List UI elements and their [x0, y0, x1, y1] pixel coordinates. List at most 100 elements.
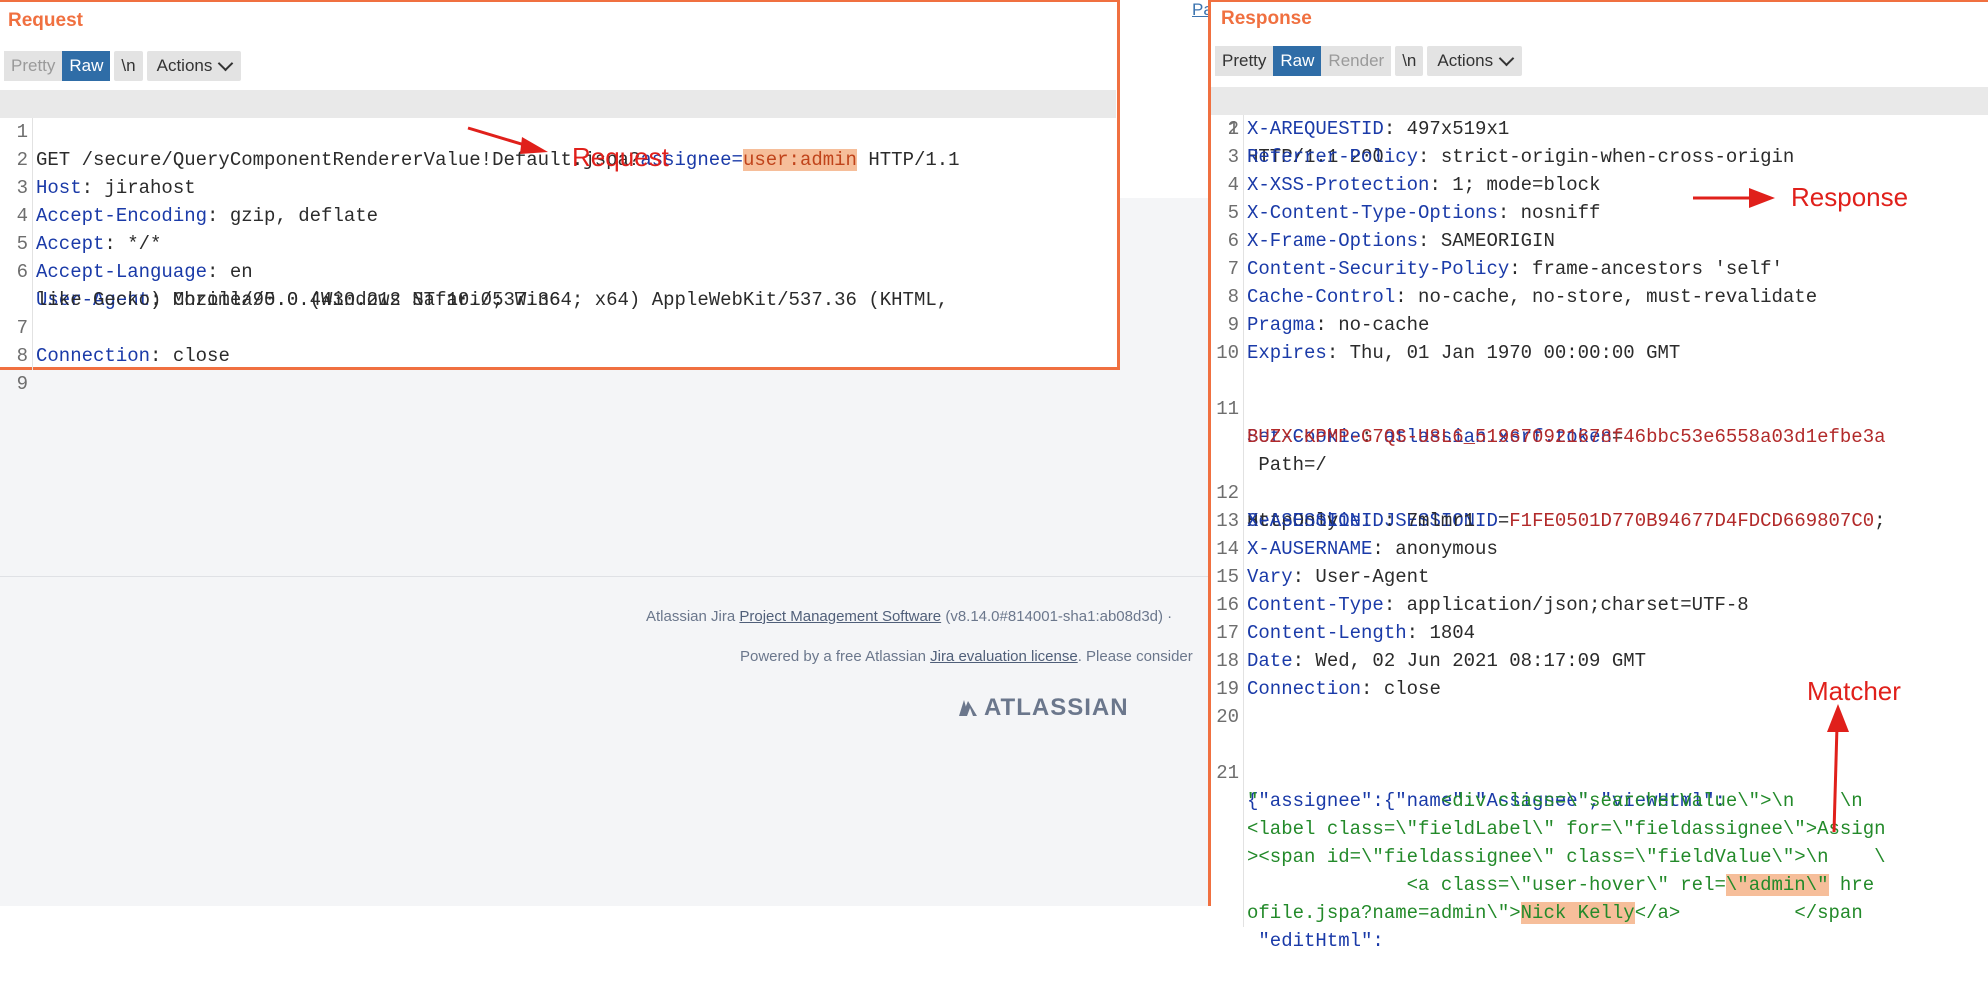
editor-line: 15 Vary: User-Agent — [1211, 563, 1988, 591]
footer-pm-software-link[interactable]: Project Management Software — [739, 608, 941, 625]
header-name: Pragma — [1247, 314, 1316, 336]
editor-line: 17 Content-Length: 1804 — [1211, 619, 1988, 647]
header-line: X-Frame-Options: SAMEORIGIN — [1247, 227, 1555, 255]
editor-line: 3 Referrer-Policy: strict-origin-when-cro… — [1211, 143, 1988, 171]
response-editor[interactable]: 1 HTTP/1.1 200 2 X-AREQUESTID: 497x519x1 3… — [1211, 87, 1988, 952]
line-number: 19 — [1216, 678, 1239, 700]
actions-dropdown[interactable]: Actions — [1427, 46, 1523, 76]
header-value: : Thu, 01 Jan 1970 00:00:00 GMT — [1326, 342, 1681, 364]
editor-line: 6 X-Frame-Options: SAMEORIGIN — [1211, 227, 1988, 255]
header-value: : 7mlmr1 — [1383, 510, 1476, 532]
header-line: Content-Type: application/json;charset=U… — [1247, 591, 1749, 619]
raw-button[interactable]: Raw — [1273, 46, 1322, 76]
editor-line: 9 Pragma: no-cache — [1211, 311, 1988, 339]
editor-line: 10 Expires: Thu, 01 Jan 1970 00:00:00 GMT — [1211, 339, 1988, 367]
line-number: 6 — [1227, 230, 1239, 252]
editor-line: 1 HTTP/1.1 200 — [1211, 87, 1988, 168]
editor-line-wrapped: HttpOnly — [1211, 479, 1988, 532]
line-number: 2 — [1227, 118, 1239, 140]
line-number: 9 — [16, 373, 28, 395]
header-name: Vary — [1247, 566, 1293, 588]
line-number: 17 — [1216, 622, 1239, 644]
line-number: 8 — [1227, 286, 1239, 308]
matcher-annotation-label: Matcher — [1807, 676, 1901, 706]
header-value: : SAMEORIGIN — [1418, 230, 1555, 252]
pretty-button[interactable]: Pretty — [1215, 46, 1274, 76]
request-toolbar: Pretty Raw \n Actions — [4, 51, 242, 81]
line-number: 5 — [1227, 202, 1239, 224]
editor-line: 21 {"assignee":{"name":"Assignee","viewH… — [1211, 731, 1988, 812]
editor-line-wrapped: ><span id=\"fieldassignee\" class=\"fiel… — [1211, 815, 1988, 868]
line-number: 7 — [1227, 258, 1239, 280]
header-name: Date — [1247, 650, 1293, 672]
pretty-button[interactable]: Pretty — [4, 51, 63, 81]
line-number: 15 — [1216, 566, 1239, 588]
response-panel-title: Response — [1221, 8, 1312, 29]
editor-line-wrapped: "editHtml": — [1211, 899, 1988, 952]
header-line: Date: Wed, 02 Jun 2021 08:17:09 GMT — [1247, 647, 1646, 675]
header-line: Content-Security-Policy: frame-ancestors… — [1247, 255, 1783, 283]
newline-toggle-button[interactable]: \n — [1395, 46, 1424, 76]
line-number: 10 — [1216, 342, 1239, 364]
editor-line: 8 — [0, 314, 1116, 367]
actions-dropdown[interactable]: Actions — [146, 51, 242, 81]
line-number: 3 — [1227, 146, 1239, 168]
header-name: Referrer-Policy — [1247, 146, 1419, 168]
header-value: : anonymous — [1372, 538, 1498, 560]
editor-line: 13 X-ASESSIONID: 7mlmr1 — [1211, 507, 1988, 535]
newline-toggle-button[interactable]: \n — [114, 51, 143, 81]
matcher-annotation-arrow — [1827, 704, 1849, 833]
editor-line: 18 Date: Wed, 02 Jun 2021 08:17:09 GMT — [1211, 647, 1988, 675]
render-button[interactable]: Render — [1321, 46, 1392, 76]
header-value: : frame-ancestors 'self' — [1509, 258, 1783, 280]
chevron-down-icon — [218, 55, 234, 72]
header-value: : no-cache, no-store, must-revalidate — [1395, 286, 1818, 308]
atlassian-mark-icon — [959, 700, 977, 716]
raw-button[interactable]: Raw — [62, 51, 111, 81]
line-number: 16 — [1216, 594, 1239, 616]
header-value: : 1804 — [1406, 622, 1476, 644]
chevron-down-icon — [1498, 50, 1515, 67]
response-panel: Response Pretty Raw Render \n Actions 1 … — [1208, 0, 1988, 952]
request-panel-title: Request — [8, 10, 83, 31]
editor-line-wrapped: <label class=\"fieldLabel\" for=\"fielda… — [1211, 787, 1988, 840]
header-line: Vary: User-Agent — [1247, 563, 1429, 591]
response-annotation-label: Response — [1791, 182, 1909, 212]
footer-license-link[interactable]: Jira evaluation license — [930, 648, 1078, 665]
line-number: 4 — [1227, 174, 1239, 196]
request-annotation-arrow — [467, 126, 548, 154]
footer-license-line: Powered by a free Atlassian Jira evaluat… — [740, 648, 1193, 665]
footer-text: . Please consider — [1077, 648, 1193, 665]
editor-line: 16 Content-Type: application/json;charset… — [1211, 591, 1988, 619]
header-name: Content-Length — [1247, 622, 1407, 644]
request-editor[interactable]: 1 GET /secure/QueryComponentRendererValu… — [0, 90, 1116, 395]
atlassian-logo[interactable]: ATLASSIAN — [958, 694, 1129, 722]
response-toolbar: Pretty Raw Render \n Actions — [1215, 46, 1523, 76]
request-annotation-label: Request — [572, 142, 669, 172]
editor-line: 2 X-AREQUESTID: 497x519x1 — [1211, 115, 1988, 143]
footer-version: (v8.14.0#814001-sha1:ab08d3d) · — [941, 608, 1173, 625]
line-number: 13 — [1216, 510, 1239, 532]
header-value: : application/json;charset=UTF-8 — [1383, 594, 1749, 616]
editor-line-wrapped: " <div class=\"searcherValue\">\n \n — [1211, 759, 1988, 812]
editor-line-wrapped: ofile.jspa?name=admin\">Nick Kelly</a> <… — [1211, 871, 1988, 924]
header-line: X-AREQUESTID: 497x519x1 — [1247, 115, 1509, 143]
header-name: X-XSS-Protection — [1247, 174, 1430, 196]
header-name: Cache-Control — [1247, 286, 1396, 308]
header-name: Expires — [1247, 342, 1327, 364]
editor-line-wrapped: BUZX-KPMP-G7QS-U8L6_519670921678f46bbc53… — [1211, 395, 1988, 448]
footer-version-line: Atlassian Jira Project Management Softwa… — [646, 608, 1172, 625]
header-name: Content-Type — [1247, 594, 1384, 616]
header-value: : no-cache — [1315, 314, 1430, 336]
header-line: X-ASESSIONID: 7mlmr1 — [1247, 507, 1475, 535]
json-text: "editHtml": — [1247, 930, 1384, 952]
line-number: 20 — [1216, 706, 1239, 728]
header-value: : strict-origin-when-cross-origin — [1418, 146, 1795, 168]
header-value: : Wed, 02 Jun 2021 08:17:09 GMT — [1292, 650, 1647, 672]
editor-line: 7 Content-Security-Policy: frame-ancestor… — [1211, 255, 1988, 283]
editor-line-wrapped: like Gecko) Chrome/90.0.4430.212 Safari/… — [0, 258, 1116, 311]
atlassian-logo-text: ATLASSIAN — [984, 694, 1129, 721]
editor-line: 12 Set-Cookie: JSESSIONID=F1FE0501D770B9… — [1211, 451, 1988, 532]
header-line: X-XSS-Protection: 1; mode=block — [1247, 171, 1600, 199]
editor-line: 2 Host: jirahost — [0, 118, 1116, 199]
